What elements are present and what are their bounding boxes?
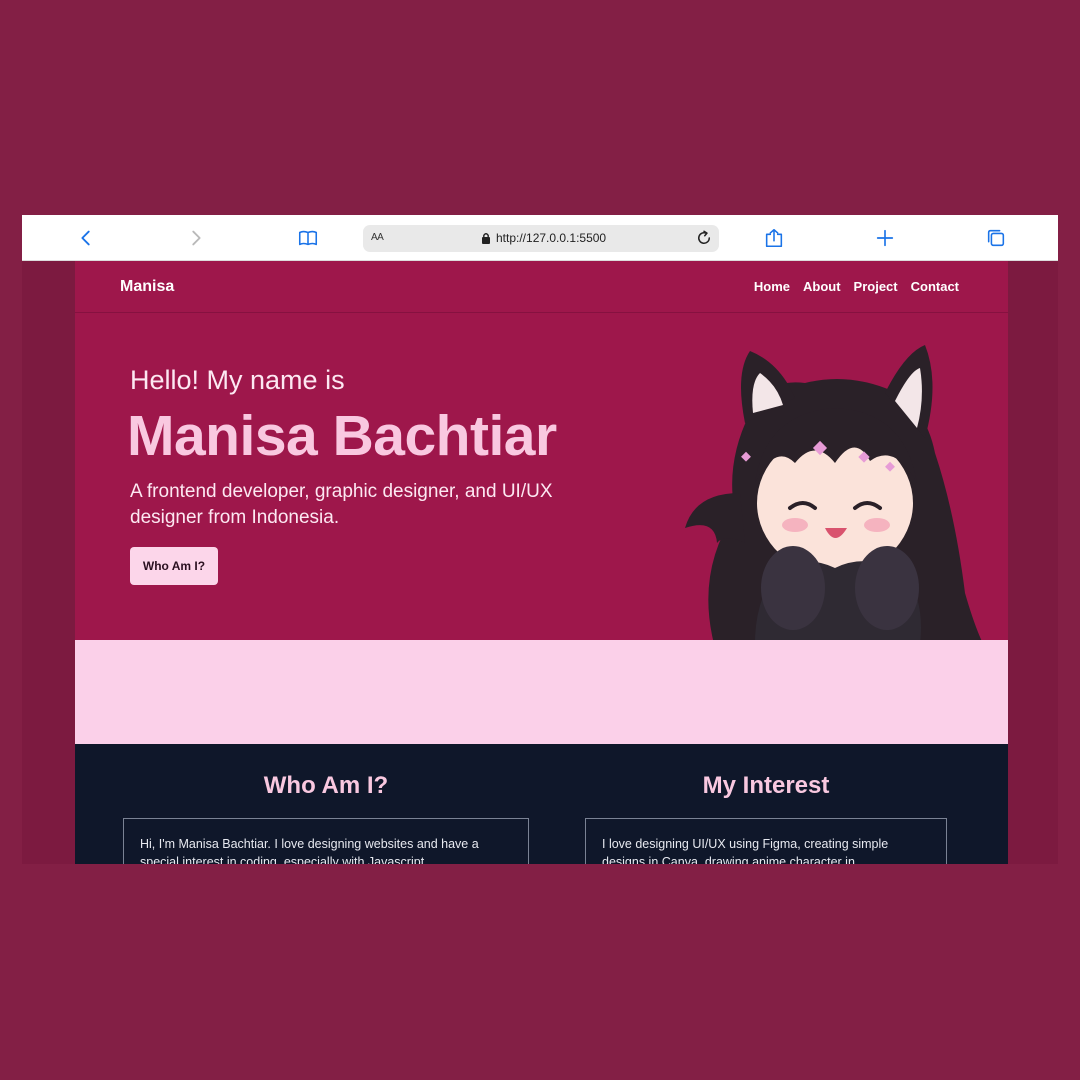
- bookmarks-icon[interactable]: [296, 226, 320, 250]
- browser-window: AA http://127.0.0.1:5500 Manisa Home Abo…: [22, 215, 1058, 864]
- reload-icon[interactable]: [695, 229, 713, 247]
- pink-divider-band: [75, 640, 1008, 744]
- hero-name: Manisa Bachtiar: [127, 404, 557, 468]
- about-section: Who Am I? Hi, I'm Manisa Bachtiar. I lov…: [75, 744, 1008, 864]
- nav-link-project[interactable]: Project: [854, 279, 898, 294]
- nav-link-home[interactable]: Home: [754, 279, 790, 294]
- address-bar[interactable]: AA http://127.0.0.1:5500: [363, 225, 719, 252]
- who-am-i-text: Hi, I'm Manisa Bachtiar. I love designin…: [140, 837, 479, 864]
- my-interest-text: I love designing UI/UX using Figma, crea…: [602, 837, 889, 864]
- nav-links: Home About Project Contact: [754, 279, 959, 294]
- my-interest-card: I love designing UI/UX using Figma, crea…: [585, 818, 947, 864]
- hero-section: Hello! My name is Manisa Bachtiar A fron…: [75, 313, 1008, 648]
- who-am-i-card: Hi, I'm Manisa Bachtiar. I love designin…: [123, 818, 529, 864]
- back-icon[interactable]: [74, 226, 98, 250]
- who-am-i-button[interactable]: Who Am I?: [130, 547, 218, 585]
- new-tab-icon[interactable]: [873, 226, 897, 250]
- web-page: Manisa Home About Project Contact Hello!…: [75, 261, 1008, 864]
- hero-description: A frontend developer, graphic designer, …: [130, 481, 553, 528]
- share-icon[interactable]: [762, 226, 786, 250]
- who-am-i-heading: Who Am I?: [263, 772, 389, 799]
- anime-character-illustration: [685, 345, 985, 648]
- url-text: http://127.0.0.1:5500: [496, 231, 607, 245]
- browser-toolbar: AA http://127.0.0.1:5500: [22, 215, 1058, 261]
- site-navbar: Manisa Home About Project Contact: [75, 261, 1008, 313]
- lock-icon: [482, 233, 490, 244]
- tabs-overview-icon[interactable]: [984, 226, 1008, 250]
- site-brand[interactable]: Manisa: [120, 278, 174, 296]
- forward-icon[interactable]: [184, 226, 208, 250]
- nav-link-about[interactable]: About: [803, 279, 841, 294]
- hero-greeting: Hello! My name is: [130, 365, 345, 395]
- nav-link-contact[interactable]: Contact: [911, 279, 959, 294]
- reader-text-size-button[interactable]: AA: [371, 232, 384, 243]
- my-interest-heading: My Interest: [702, 772, 830, 799]
